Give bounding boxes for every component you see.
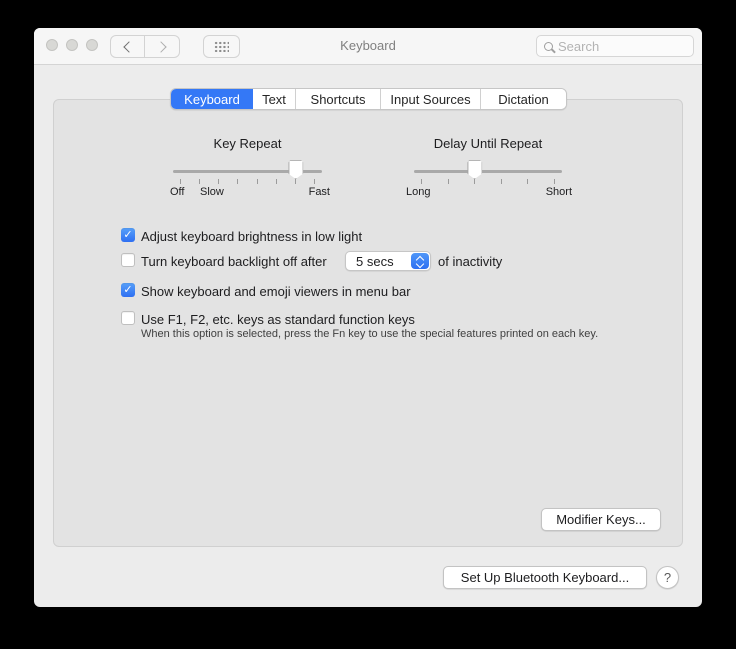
search-icon <box>544 41 553 51</box>
checkbox-show-viewers[interactable] <box>121 283 135 297</box>
checkbox-backlight-off[interactable] <box>121 253 135 267</box>
search-field[interactable] <box>536 35 694 57</box>
checkbox-adjust-brightness[interactable] <box>121 228 135 242</box>
tab-shortcuts[interactable]: Shortcuts <box>296 89 381 109</box>
delay-until-repeat-title: Delay Until Repeat <box>433 136 543 151</box>
delay-until-repeat-slider[interactable]: Delay Until Repeat Long Short <box>406 136 572 200</box>
checkbox-function-keys-label: Use F1, F2, etc. keys as standard functi… <box>141 312 415 327</box>
slider-label-short: Short <box>545 186 572 198</box>
key-repeat-title: Key Repeat <box>213 136 282 151</box>
tab-text[interactable]: Text <box>253 89 296 109</box>
checkbox-adjust-brightness-label: Adjust keyboard brightness in low light <box>141 229 363 244</box>
search-input[interactable] <box>558 38 678 54</box>
popup-stepper <box>411 253 429 269</box>
backlight-suffix-label: of inactivity <box>438 254 503 269</box>
slider-label-off: Off <box>170 186 185 198</box>
slider-thumb[interactable] <box>467 160 483 179</box>
keyboard-preferences-window: Keyboard Keyboard Text Shortcuts Input S… <box>34 28 702 607</box>
modifier-keys-button[interactable]: Modifier Keys... <box>541 508 661 531</box>
slider-ticks <box>421 179 555 184</box>
tab-dictation[interactable]: Dictation <box>481 89 566 109</box>
checkbox-function-keys[interactable] <box>121 311 135 325</box>
title-bar: Keyboard <box>34 28 702 65</box>
checkbox-backlight-off-label: Turn keyboard backlight off after <box>141 254 327 269</box>
help-button[interactable]: ? <box>656 566 679 589</box>
function-keys-note: When this option is selected, press the … <box>141 328 599 340</box>
backlight-timeout-popup[interactable]: 5 secs <box>345 251 431 271</box>
slider-label-fast: Fast <box>308 186 330 198</box>
tab-input-sources[interactable]: Input Sources <box>381 89 481 109</box>
slider-thumb[interactable] <box>288 160 304 179</box>
slider-ticks <box>180 179 315 184</box>
key-repeat-slider[interactable]: Key Repeat Off Slow Fast <box>170 136 330 200</box>
slider-label-long: Long <box>406 186 431 198</box>
slider-track[interactable] <box>414 170 562 173</box>
setup-bluetooth-keyboard-button[interactable]: Set Up Bluetooth Keyboard... <box>443 566 647 589</box>
checkbox-show-viewers-label: Show keyboard and emoji viewers in menu … <box>141 284 411 299</box>
popup-selected-value: 5 secs <box>356 254 394 269</box>
tab-bar: Keyboard Text Shortcuts Input Sources Di… <box>170 88 567 110</box>
slider-label-slow: Slow <box>200 186 224 198</box>
tab-keyboard[interactable]: Keyboard <box>171 89 253 109</box>
